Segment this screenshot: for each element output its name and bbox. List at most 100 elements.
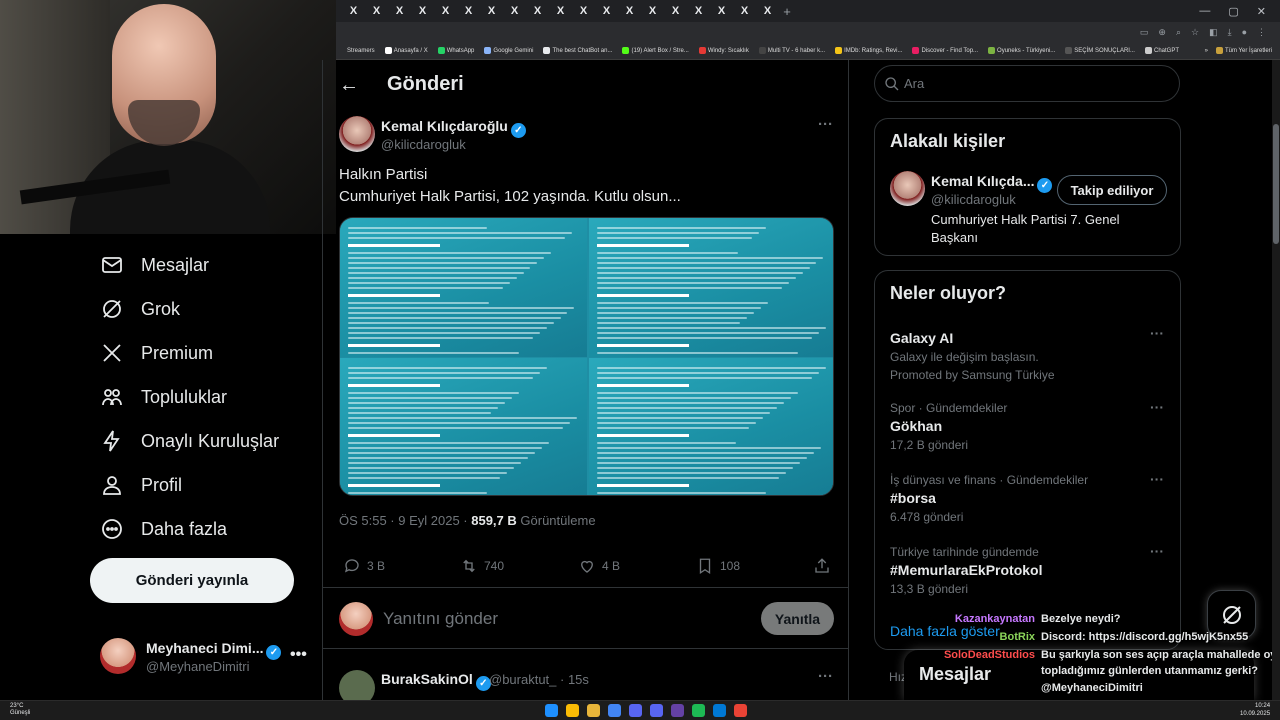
trend-item[interactable]: Spor · Gündemdekiler Gökhan 17,2 B gönderi… xyxy=(890,399,1170,452)
trend-item[interactable]: Galaxy AI Galaxy ile değişim başlasın. Pro… xyxy=(890,325,1170,382)
browser-tab[interactable]: X xyxy=(618,2,641,20)
search-box[interactable]: Ara xyxy=(874,65,1180,102)
browser-tab[interactable]: X xyxy=(503,2,526,20)
reply-author-handle[interactable]: @buraktut_ · 15s xyxy=(489,672,589,687)
sidebar-item-grok[interactable]: Grok xyxy=(100,294,180,324)
browser-tab[interactable]: X xyxy=(664,2,687,20)
bookmark-item[interactable]: ChatGPT xyxy=(1144,47,1179,54)
reply-more-icon[interactable]: ··· xyxy=(818,668,833,685)
retweet-action[interactable]: 740 xyxy=(460,554,504,578)
bookmark-item[interactable]: Streamers xyxy=(338,47,375,54)
reply-tweet[interactable]: BurakSakinOl ✓ @buraktut_ · 15s ··· xyxy=(323,660,848,700)
taskbar-app-icon[interactable] xyxy=(671,704,684,717)
tweet-author-handle[interactable]: @kilicdarogluk xyxy=(381,137,466,152)
taskbar-app-icon[interactable] xyxy=(713,704,726,717)
bookmark-item[interactable]: SEÇİM SONUÇLARI... xyxy=(1065,47,1135,54)
minimize-icon[interactable]: — xyxy=(1199,5,1210,18)
taskbar-app-icon[interactable] xyxy=(608,704,621,717)
reply-author-name[interactable]: BurakSakinOl ✓ xyxy=(381,671,491,691)
taskbar-app-icon[interactable] xyxy=(545,704,558,717)
scrollbar[interactable] xyxy=(1272,60,1280,700)
weather-widget[interactable]: 23°C Güneşli xyxy=(10,703,30,717)
trend-more-icon[interactable]: ··· xyxy=(1150,471,1164,487)
browser-tab[interactable]: X xyxy=(434,2,457,20)
bookmark-item[interactable]: WhatsApp xyxy=(437,47,474,54)
scrollbar-thumb[interactable] xyxy=(1273,124,1279,244)
all-bookmarks-button[interactable]: Tüm Yer İşaretleri xyxy=(1215,47,1272,54)
sidebar-item-premium[interactable]: Premium xyxy=(100,338,213,368)
bookmark-item[interactable]: (19) Alert Box / Stre... xyxy=(622,47,689,54)
download-icon[interactable]: ⤓ xyxy=(1228,27,1232,38)
reply-author-avatar[interactable] xyxy=(339,670,375,700)
following-button[interactable]: Takip ediliyor xyxy=(1057,175,1167,205)
browser-tab[interactable]: X xyxy=(526,2,549,20)
taskbar-app-icon[interactable] xyxy=(566,704,579,717)
back-arrow-icon[interactable]: ← xyxy=(339,74,359,97)
browser-tab[interactable]: X xyxy=(756,2,779,20)
account-switcher[interactable]: Meyhaneci Dimi... ✓ @MeyhaneDimitri ••• xyxy=(100,634,310,678)
sidebar-item-mesajlar[interactable]: Mesajlar xyxy=(100,250,209,280)
browser-tab[interactable]: X xyxy=(710,2,733,20)
tweet-image[interactable] xyxy=(339,217,834,496)
maximize-icon[interactable]: ▢ xyxy=(1228,5,1238,18)
related-name[interactable]: Kemal Kılıçda... ✓ xyxy=(931,173,1053,193)
browser-tab[interactable]: X xyxy=(365,2,388,20)
bookmark-item[interactable]: Oyuneks - Türkiyeni... xyxy=(988,47,1055,54)
cast-icon[interactable]: ▭ xyxy=(1140,27,1149,38)
clock[interactable]: 10:24 10.09.2025 xyxy=(1240,702,1270,718)
browser-tab[interactable]: X xyxy=(342,2,365,20)
bookmarks-more-button[interactable]: » xyxy=(1205,48,1208,54)
like-action[interactable]: 4 B xyxy=(578,554,620,578)
reply-button[interactable]: Yanıtla xyxy=(761,602,834,635)
browser-tab[interactable]: X xyxy=(480,2,503,20)
browser-tab[interactable]: X xyxy=(411,2,434,20)
browser-tab[interactable]: X xyxy=(641,2,664,20)
bookmark-item[interactable]: IMDb: Ratings, Revi... xyxy=(835,47,902,54)
sidebar-item-onaylı-kuruluşlar[interactable]: Onaylı Kuruluşlar xyxy=(100,426,279,456)
bookmark-item[interactable]: Windy: Sıcaklık xyxy=(698,47,749,54)
bookmark-item[interactable]: Multi TV - 6 haber k... xyxy=(758,47,825,54)
trend-item[interactable]: Türkiye tarihinde gündemde #MemurlaraEkPr… xyxy=(890,543,1170,596)
menu-icon[interactable]: ⋮ xyxy=(1257,27,1266,38)
bookmark-item[interactable]: Google Gemini xyxy=(484,47,533,54)
taskbar-app-icon[interactable] xyxy=(734,704,747,717)
browser-tab[interactable]: X xyxy=(549,2,572,20)
related-handle[interactable]: @kilicdarogluk xyxy=(931,192,1016,207)
post-button[interactable]: Gönderi yayınla xyxy=(90,558,294,603)
bookmark-item[interactable]: Anasayfa / X xyxy=(384,47,428,54)
trend-item[interactable]: İş dünyası ve finans · Gündemdekiler #bor… xyxy=(890,471,1170,524)
browser-tab[interactable]: X xyxy=(572,2,595,20)
tweet-author-name[interactable]: Kemal Kılıçdaroğlu ✓ xyxy=(381,118,526,138)
search-input[interactable]: Ara xyxy=(904,76,924,91)
sidebar-item-daha-fazla[interactable]: Daha fazla xyxy=(100,514,227,544)
sidebar-item-topluluklar[interactable]: Topluluklar xyxy=(100,382,227,412)
account-more-icon[interactable]: ••• xyxy=(290,646,307,664)
reply-action[interactable]: 3 B xyxy=(343,554,385,578)
tweet-timestamp[interactable]: ÖS 5:55 · 9 Eyl 2025 · xyxy=(339,513,471,528)
bookmark-item[interactable]: Discover - Find Top... xyxy=(912,47,978,54)
share-action[interactable] xyxy=(813,554,831,578)
zoom-icon[interactable]: ⊕ xyxy=(1158,27,1166,38)
browser-tab[interactable]: X xyxy=(687,2,710,20)
tweet-author-avatar[interactable] xyxy=(339,116,375,152)
profile-icon[interactable]: ● xyxy=(1242,27,1247,37)
browser-tab[interactable]: X xyxy=(733,2,756,20)
new-tab-button[interactable]: + xyxy=(779,4,795,19)
bookmark-star-icon[interactable]: ☆ xyxy=(1191,27,1199,38)
trend-more-icon[interactable]: ··· xyxy=(1150,543,1164,559)
bookmark-item[interactable]: The best ChatBot an... xyxy=(543,47,612,54)
browser-tab[interactable]: X xyxy=(457,2,480,20)
taskbar-app-icon[interactable] xyxy=(587,704,600,717)
related-avatar[interactable] xyxy=(890,171,925,206)
sidebar-item-profil[interactable]: Profil xyxy=(100,470,182,500)
bookmark-action[interactable]: 108 xyxy=(696,554,740,578)
taskbar-app-icon[interactable] xyxy=(692,704,705,717)
show-more-link[interactable]: Daha fazla göster xyxy=(890,623,1000,639)
tweet-more-icon[interactable]: ··· xyxy=(818,116,833,133)
reply-input[interactable]: Yanıtını gönder xyxy=(383,609,498,629)
extension-icon[interactable]: ◧ xyxy=(1209,27,1218,38)
taskbar-app-icon[interactable] xyxy=(629,704,642,717)
browser-tab[interactable]: X xyxy=(388,2,411,20)
trend-more-icon[interactable]: ··· xyxy=(1150,325,1164,341)
search-page-icon[interactable]: ⌕ xyxy=(1176,27,1181,38)
